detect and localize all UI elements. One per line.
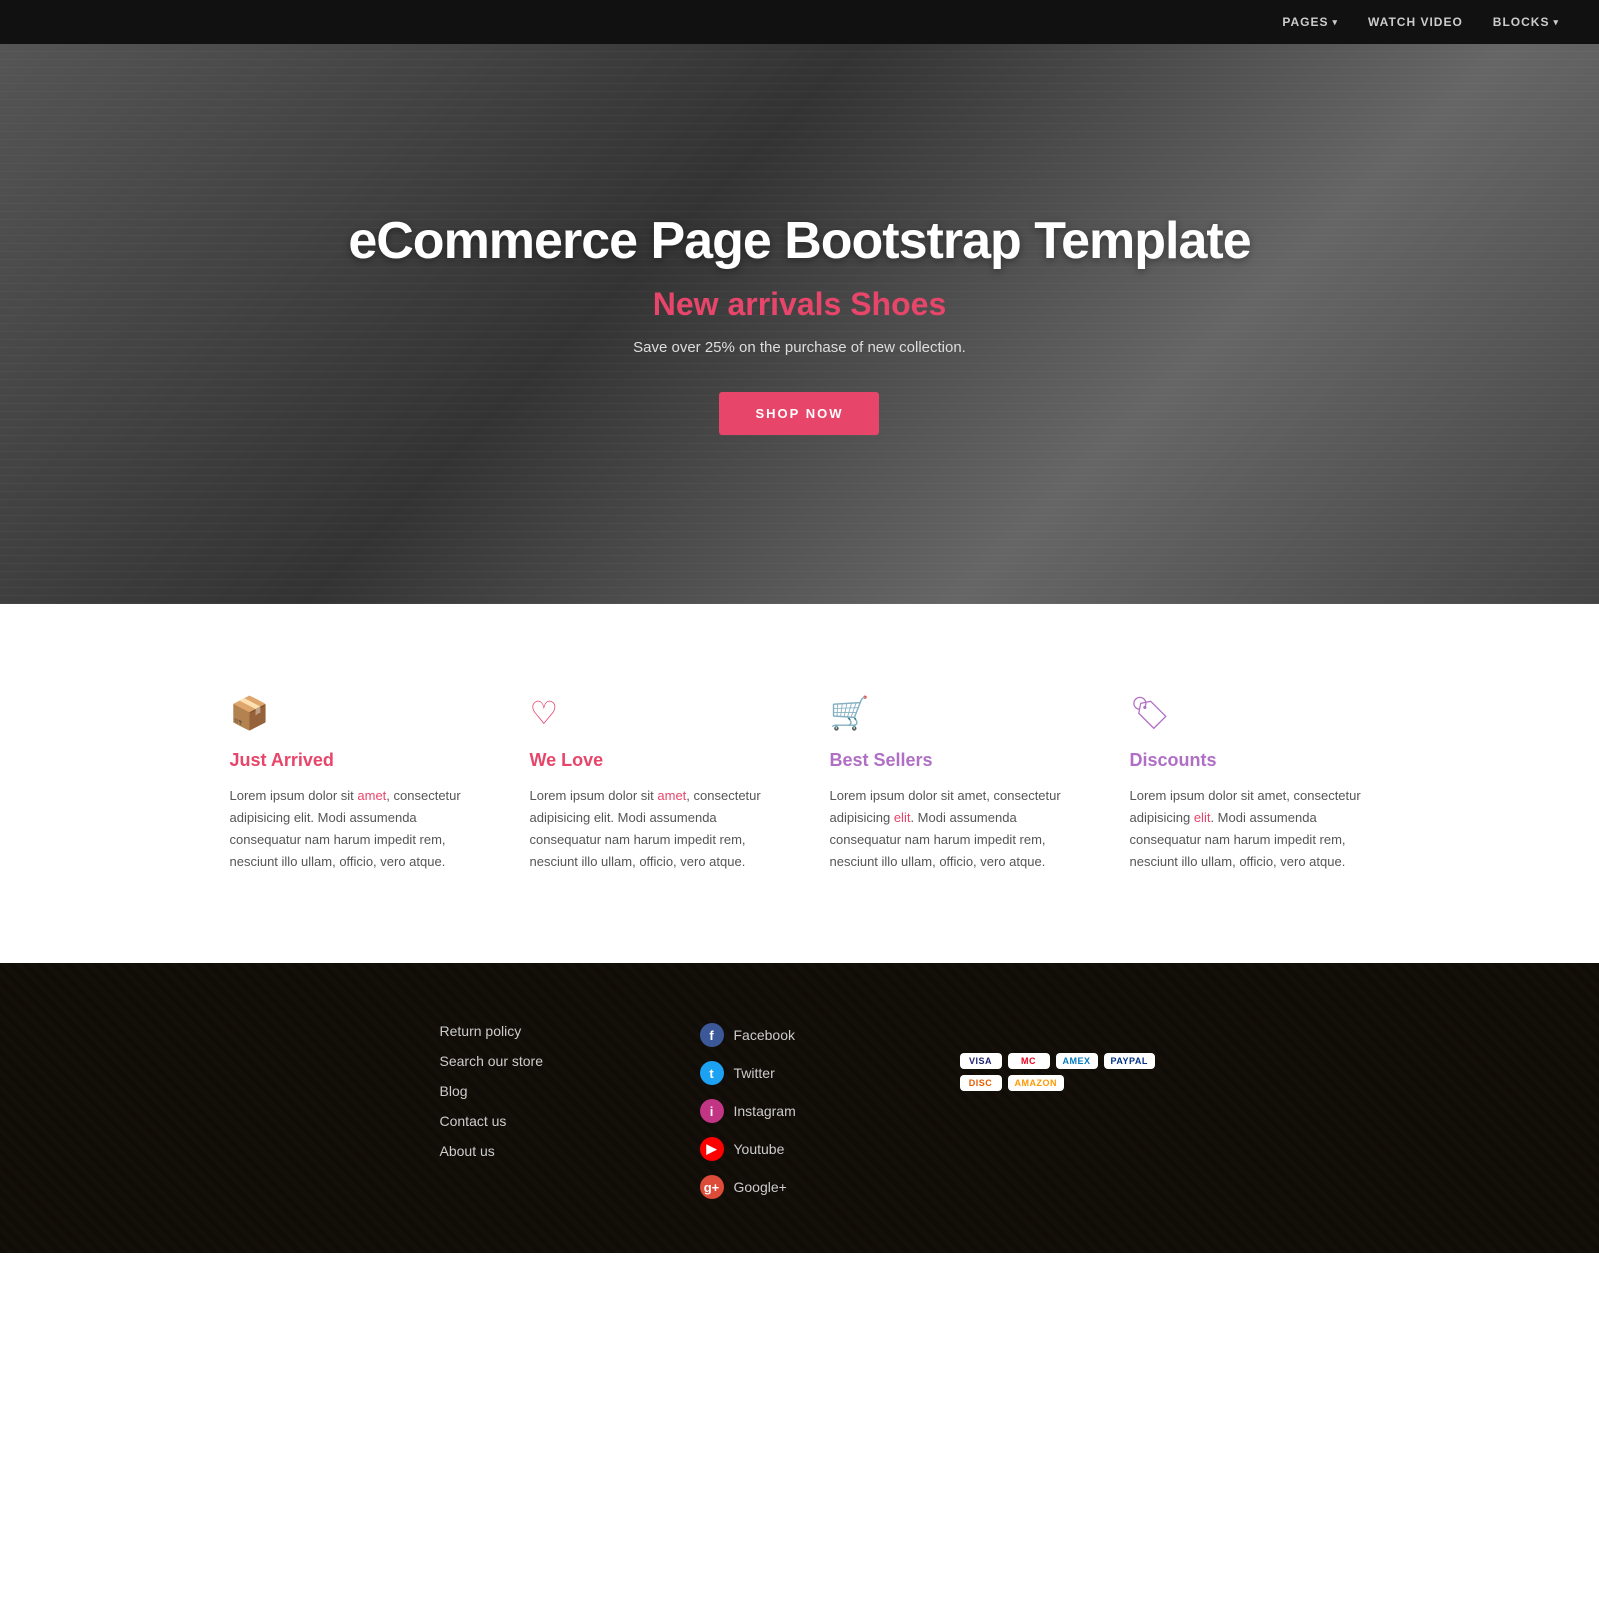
feature-we-love: ♡ We Love Lorem ipsum dolor sit amet, co…	[500, 674, 800, 893]
footer-link-return-policy[interactable]: Return policy	[440, 1023, 640, 1039]
feature-text-just-arrived: Lorem ipsum dolor sit amet, consectetur …	[230, 785, 470, 873]
feature-best-sellers: 🛒 Best Sellers Lorem ipsum dolor sit ame…	[800, 674, 1100, 893]
cart-icon: 🛒	[830, 694, 1070, 732]
payment-badges: VISA MC AMEX PayPal DISC amazon	[960, 1053, 1160, 1091]
hero-content: eCommerce Page Bootstrap Template New ar…	[348, 213, 1250, 435]
paypal-badge: PayPal	[1104, 1053, 1155, 1069]
feature-title-discounts: Discounts	[1130, 750, 1370, 771]
social-youtube[interactable]: ▶ Youtube	[700, 1137, 900, 1161]
footer-link-search[interactable]: Search our store	[440, 1053, 640, 1069]
discover-badge: DISC	[960, 1075, 1002, 1091]
nav-pages[interactable]: PAGES ▾	[1282, 15, 1338, 29]
hero-subtitle: New arrivals Shoes	[348, 286, 1250, 323]
features-section: 📦 Just Arrived Lorem ipsum dolor sit ame…	[0, 604, 1599, 963]
youtube-icon: ▶	[700, 1137, 724, 1161]
feature-just-arrived: 📦 Just Arrived Lorem ipsum dolor sit ame…	[200, 674, 500, 893]
mastercard-badge: MC	[1008, 1053, 1050, 1069]
visa-badge: VISA	[960, 1053, 1002, 1069]
instagram-icon: i	[700, 1099, 724, 1123]
tag-icon: 🏷	[1130, 694, 1370, 732]
navbar: PAGES ▾ WATCH VIDEO BLOCKS ▾	[0, 0, 1599, 44]
twitter-icon: t	[700, 1061, 724, 1085]
footer-link-about[interactable]: About us	[440, 1143, 640, 1159]
footer-payments-col: VISA MC AMEX PayPal DISC amazon	[930, 1023, 1190, 1213]
feature-text-best-sellers: Lorem ipsum dolor sit amet, consectetur …	[830, 785, 1070, 873]
social-googleplus[interactable]: g+ Google+	[700, 1175, 900, 1199]
feature-discounts: 🏷 Discounts Lorem ipsum dolor sit amet, …	[1100, 674, 1400, 893]
chevron-down-icon: ▾	[1553, 17, 1559, 28]
amazon-badge: amazon	[1008, 1075, 1065, 1091]
shop-now-button[interactable]: SHOP NOW	[719, 392, 879, 435]
box-icon: 📦	[230, 694, 470, 732]
footer-social-col: f Facebook t Twitter i Instagram ▶ Youtu…	[670, 1023, 930, 1213]
nav-watch-video[interactable]: WATCH VIDEO	[1368, 15, 1463, 29]
feature-title-best-sellers: Best Sellers	[830, 750, 1070, 771]
hero-subtitle-highlight: Shoes	[850, 286, 946, 322]
feature-text-discounts: Lorem ipsum dolor sit amet, consectetur …	[1130, 785, 1370, 873]
footer-links-col: Return policy Search our store Blog Cont…	[410, 1023, 670, 1213]
hero-tagline: Save over 25% on the purchase of new col…	[348, 339, 1250, 356]
googleplus-icon: g+	[700, 1175, 724, 1199]
feature-title-just-arrived: Just Arrived	[230, 750, 470, 771]
footer: Return policy Search our store Blog Cont…	[0, 963, 1599, 1253]
heart-icon: ♡	[530, 694, 770, 732]
chevron-down-icon: ▾	[1332, 17, 1338, 28]
footer-link-blog[interactable]: Blog	[440, 1083, 640, 1099]
nav-blocks[interactable]: BLOCKS ▾	[1493, 15, 1559, 29]
hero-subtitle-prefix: New arrivals	[653, 286, 850, 322]
feature-title-we-love: We Love	[530, 750, 770, 771]
footer-link-contact[interactable]: Contact us	[440, 1113, 640, 1129]
social-instagram[interactable]: i Instagram	[700, 1099, 900, 1123]
facebook-icon: f	[700, 1023, 724, 1047]
feature-text-we-love: Lorem ipsum dolor sit amet, consectetur …	[530, 785, 770, 873]
hero-title: eCommerce Page Bootstrap Template	[348, 213, 1250, 270]
social-facebook[interactable]: f Facebook	[700, 1023, 900, 1047]
hero-section: eCommerce Page Bootstrap Template New ar…	[0, 44, 1599, 604]
social-twitter[interactable]: t Twitter	[700, 1061, 900, 1085]
amex-badge: AMEX	[1056, 1053, 1098, 1069]
